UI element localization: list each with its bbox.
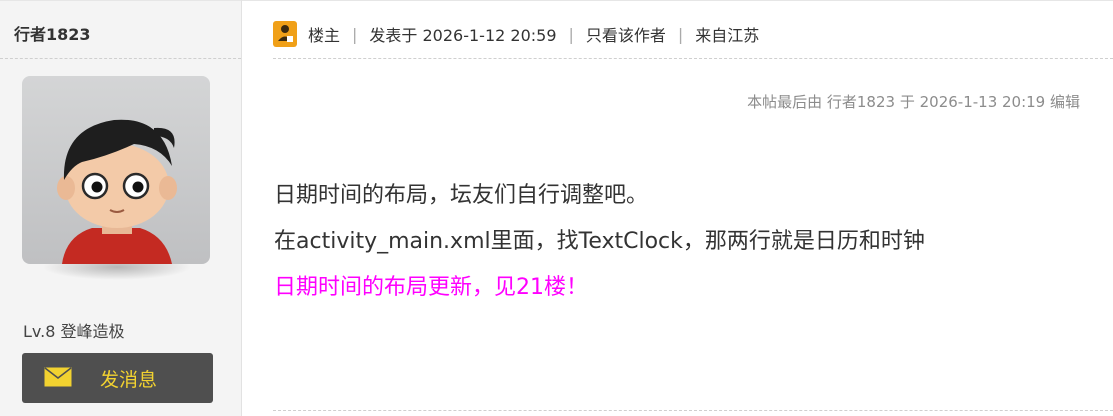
post-meta: 楼主 | 发表于 2026-1-12 20:59 | 只看该作者 | 来自江苏 [273, 19, 759, 49]
separator: | [568, 24, 574, 44]
divider [0, 0, 241, 1]
divider [273, 58, 1113, 59]
content-line: 在activity_main.xml里面，找TextClock，那两行就是日历和… [274, 229, 925, 254]
divider [0, 58, 241, 59]
author-level: Lv.8 登峰造极 [23, 322, 125, 341]
owner-label: 楼主 [308, 26, 341, 45]
divider [242, 0, 1113, 1]
owner-badge-icon [273, 21, 297, 47]
post-location: 来自江苏 [695, 26, 760, 45]
separator: | [677, 24, 684, 44]
post-time: 发表于 2026-1-12 20:59 [369, 26, 557, 45]
only-author-link[interactable]: 只看该作者 [586, 22, 666, 46]
send-message-label: 发消息 [100, 369, 158, 391]
post-body: 楼主 | 发表于 2026-1-12 20:59 | 只看该作者 | 来自江苏 … [242, 0, 1113, 416]
content-highlight-line: 日期时间的布局更新，见21楼！ [274, 275, 588, 300]
author-sidebar: 行者1823 Lv.8 登峰造极 发消息 [0, 0, 242, 416]
edit-note: 本帖最后由 行者1823 于 2026-1-13 20:19 编辑 [747, 93, 1080, 111]
divider [273, 410, 1113, 411]
envelope-icon [44, 367, 72, 387]
avatar[interactable] [22, 76, 210, 264]
separator: | [352, 24, 358, 44]
send-message-button[interactable]: 发消息 [22, 353, 213, 403]
author-username[interactable]: 行者1823 [14, 21, 91, 45]
post-content: 日期时间的布局，坛友们自行调整吧。 在activity_main.xml里面，找… [274, 173, 925, 311]
content-line: 日期时间的布局，坛友们自行调整吧。 [274, 183, 649, 208]
